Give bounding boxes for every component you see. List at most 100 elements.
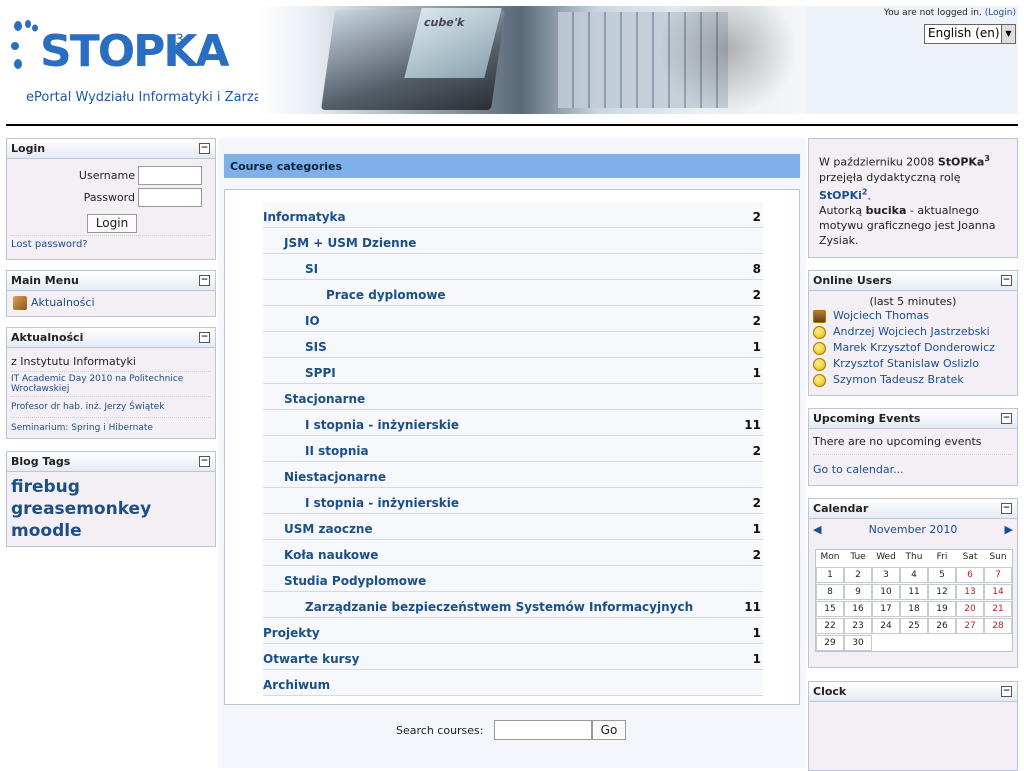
category-row: II stopnia 2	[263, 436, 763, 462]
category-link[interactable]: SIS	[305, 340, 327, 354]
calendar-day[interactable]: 2	[844, 567, 872, 583]
calendar-day[interactable]: 5	[928, 567, 956, 583]
calendar-day[interactable]: 17	[872, 601, 900, 617]
tag-link[interactable]: greasemonkey	[11, 498, 211, 520]
calendar-day[interactable]: 21	[984, 601, 1012, 617]
course-count: 1	[752, 652, 761, 666]
blog-tags-block: Blog Tags − firebug greasemonkey moodle	[6, 451, 216, 547]
category-link[interactable]: Otwarte kursy	[263, 652, 360, 666]
category-link[interactable]: IO	[305, 314, 320, 328]
collapse-icon[interactable]: −	[1001, 686, 1012, 697]
category-link[interactable]: Zarządzanie bezpieczeństwem Systemów Inf…	[305, 600, 693, 614]
category-link[interactable]: SPPI	[305, 366, 336, 380]
main-menu-item[interactable]: Aktualności	[11, 295, 211, 311]
online-user[interactable]: Wojciech Thomas	[809, 308, 1017, 324]
calendar-day[interactable]: 4	[900, 567, 928, 583]
calendar-day[interactable]: 25	[900, 618, 928, 634]
category-link[interactable]: Koła naukowe	[284, 548, 378, 562]
calendar-month[interactable]: November 2010	[809, 523, 1017, 536]
collapse-icon[interactable]: −	[199, 143, 210, 154]
login-link[interactable]: (Login)	[985, 8, 1016, 18]
category-link[interactable]: Prace dyplomowe	[326, 288, 446, 302]
calendar-day[interactable]: 10	[872, 584, 900, 600]
site-logo[interactable]: STOPKA 3	[10, 18, 230, 88]
calendar-day[interactable]: 1	[816, 567, 844, 583]
online-user[interactable]: Marek Krzysztof Donderowicz	[809, 340, 1017, 356]
category-link[interactable]: USM zaoczne	[284, 522, 373, 536]
calendar-day[interactable]: 24	[872, 618, 900, 634]
stopki-link[interactable]: StOPKi2	[819, 188, 867, 203]
calendar-day[interactable]: 13	[956, 584, 984, 600]
calendar-day[interactable]: 23	[844, 618, 872, 634]
category-link[interactable]: I stopnia - inżynierskie	[305, 418, 459, 432]
calendar-day[interactable]: 20	[956, 601, 984, 617]
calendar-day[interactable]: 19	[928, 601, 956, 617]
calendar-day[interactable]: 9	[844, 584, 872, 600]
calendar-day[interactable]: 3	[872, 567, 900, 583]
online-user-name[interactable]: Wojciech Thomas	[833, 309, 929, 322]
calendar-day[interactable]: 7	[984, 567, 1012, 583]
calendar-day[interactable]: 16	[844, 601, 872, 617]
online-user-name[interactable]: Marek Krzysztof Donderowicz	[833, 341, 995, 354]
logo-text: STOPKA	[40, 26, 230, 77]
news-heading: z Instytutu Informatyki	[11, 355, 136, 368]
category-link[interactable]: II stopnia	[305, 444, 369, 458]
category-link[interactable]: JSM + USM Dzienne	[284, 236, 416, 250]
category-link[interactable]: Studia Podyplomowe	[284, 574, 426, 588]
collapse-icon[interactable]: −	[199, 456, 210, 467]
collapse-icon[interactable]: −	[1001, 503, 1012, 514]
go-to-calendar-link[interactable]: Go to calendar...	[813, 463, 1013, 476]
category-link[interactable]: I stopnia - inżynierskie	[305, 496, 459, 510]
news-item[interactable]: Profesor dr hab. inż. Jerzy Świątek	[11, 396, 211, 417]
calendar-day[interactable]: 28	[984, 618, 1012, 634]
category-row: SIS 1	[263, 332, 763, 358]
collapse-icon[interactable]: −	[199, 275, 210, 286]
password-input[interactable]	[138, 188, 202, 207]
online-user-name[interactable]: Szymon Tadeusz Bratek	[833, 373, 964, 386]
calendar-day[interactable]: 27	[956, 618, 984, 634]
category-link[interactable]: SI	[305, 262, 318, 276]
online-users-subtitle: (last 5 minutes)	[869, 295, 957, 308]
forum-icon	[13, 296, 27, 310]
calendar-day[interactable]: 30	[844, 635, 872, 651]
news-item[interactable]: IT Academic Day 2010 na Politechnice Wro…	[11, 371, 211, 396]
collapse-icon[interactable]: −	[199, 332, 210, 343]
online-user[interactable]: Andrzej Wojciech Jastrzebski	[809, 324, 1017, 340]
search-go-button[interactable]: Go	[592, 720, 626, 740]
weekday-label: Thu	[900, 550, 928, 566]
calendar-day[interactable]: 14	[984, 584, 1012, 600]
category-link[interactable]: Projekty	[263, 626, 320, 640]
next-month-icon[interactable]: ▶	[1005, 523, 1013, 536]
calendar-day[interactable]: 22	[816, 618, 844, 634]
lost-password-link[interactable]: Lost password?	[11, 239, 88, 250]
online-user[interactable]: Krzysztof Stanislaw Oslizlo	[809, 356, 1017, 372]
calendar-day[interactable]: 29	[816, 635, 844, 651]
calendar-day[interactable]: 18	[900, 601, 928, 617]
course-count: 1	[752, 626, 761, 640]
block-header: Online Users −	[809, 271, 1017, 291]
online-user-name[interactable]: Krzysztof Stanislaw Oslizlo	[833, 357, 979, 370]
category-link[interactable]: Archiwum	[263, 678, 330, 692]
calendar-day[interactable]: 11	[900, 584, 928, 600]
calendar-day[interactable]: 12	[928, 584, 956, 600]
online-user-name[interactable]: Andrzej Wojciech Jastrzebski	[833, 325, 990, 338]
online-user[interactable]: Szymon Tadeusz Bratek	[809, 372, 1017, 388]
calendar-day[interactable]: 6	[956, 567, 984, 583]
menu-item-aktualnosci[interactable]: Aktualności	[31, 296, 95, 309]
category-link[interactable]: Stacjonarne	[284, 392, 365, 406]
search-input[interactable]	[494, 720, 592, 740]
collapse-icon[interactable]: −	[1001, 413, 1012, 424]
tag-link[interactable]: firebug	[11, 476, 211, 498]
username-input[interactable]	[138, 166, 202, 185]
news-item[interactable]: Seminarium: Spring i Hibernate	[11, 417, 211, 438]
calendar-day[interactable]: 15	[816, 601, 844, 617]
calendar-day[interactable]: 26	[928, 618, 956, 634]
calendar-day[interactable]: 8	[816, 584, 844, 600]
collapse-icon[interactable]: −	[1001, 275, 1012, 286]
login-button[interactable]: Login	[87, 214, 137, 233]
tag-link[interactable]: moodle	[11, 520, 211, 542]
category-link[interactable]: Niestacjonarne	[284, 470, 386, 484]
weekday-label: Fri	[928, 550, 956, 566]
category-link[interactable]: Informatyka	[263, 210, 346, 224]
language-select[interactable]: English (en) ▼	[924, 24, 1016, 44]
